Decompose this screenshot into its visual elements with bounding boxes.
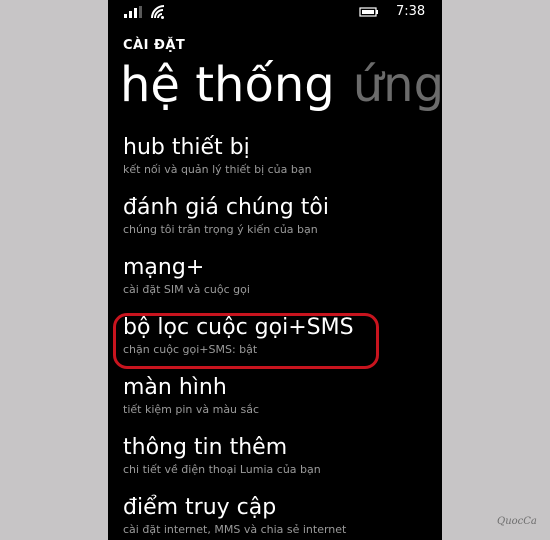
pivot-item-ung-dung[interactable]: ứng d xyxy=(353,55,442,115)
phone-screen: 7:38 CÀI ĐẶT hệ thống ứng d hub thiết bị … xyxy=(108,0,442,540)
settings-item-subtitle: cài đặt SIM và cuộc gọi xyxy=(123,283,250,296)
signal-icon xyxy=(124,6,144,18)
settings-item-title: điểm truy cập xyxy=(123,495,277,520)
status-bar: 7:38 xyxy=(108,0,442,26)
settings-item-man-hinh[interactable]: màn hình tiết kiệm pin và màu sắc xyxy=(123,374,433,434)
settings-item-danh-gia[interactable]: đánh giá chúng tôi chúng tôi trân trọng … xyxy=(123,194,433,254)
settings-item-subtitle: chúng tôi trân trọng ý kiến của bạn xyxy=(123,223,318,236)
settings-item-title: đánh giá chúng tôi xyxy=(123,195,329,220)
pivot-item-he-thong[interactable]: hệ thống xyxy=(120,55,335,115)
wifi-icon xyxy=(151,5,165,19)
watermark: QuocCa xyxy=(497,516,537,527)
settings-item-subtitle: cài đặt internet, MMS và chia sẻ interne… xyxy=(123,523,347,536)
settings-item-thong-tin-them[interactable]: thông tin thêm chi tiết về điện thoại Lu… xyxy=(123,434,433,494)
settings-item-title: thông tin thêm xyxy=(123,435,288,460)
pivot-header: hệ thống ứng d xyxy=(120,55,442,115)
clock: 7:38 xyxy=(396,4,426,19)
settings-item-subtitle: tiết kiệm pin và màu sắc xyxy=(123,403,260,416)
settings-item-title: hub thiết bị xyxy=(123,135,250,160)
section-label: CÀI ĐẶT xyxy=(123,38,186,53)
settings-item-title: màn hình xyxy=(123,375,227,400)
highlight-ring xyxy=(113,313,379,369)
settings-item-subtitle: chi tiết về điện thoại Lumia của bạn xyxy=(123,463,321,476)
settings-item-hub-thiet-bi[interactable]: hub thiết bị kết nối và quản lý thiết bị… xyxy=(123,134,433,194)
battery-icon xyxy=(359,7,378,17)
settings-item-title: mạng+ xyxy=(123,255,205,280)
settings-item-mang[interactable]: mạng+ cài đặt SIM và cuộc gọi xyxy=(123,254,433,314)
settings-item-subtitle: kết nối và quản lý thiết bị của bạn xyxy=(123,163,312,176)
settings-item-diem-truy-cap[interactable]: điểm truy cập cài đặt internet, MMS và c… xyxy=(123,494,433,540)
